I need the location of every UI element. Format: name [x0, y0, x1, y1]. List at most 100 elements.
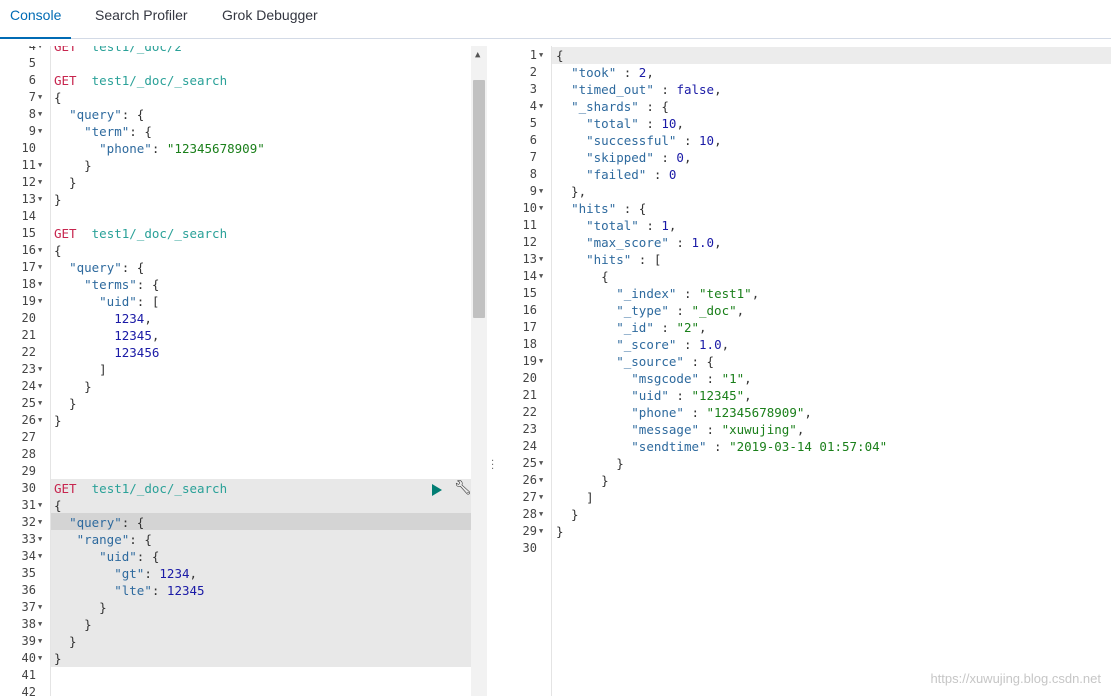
- request-code-line[interactable]: 123456: [54, 344, 159, 361]
- fold-toggle-icon[interactable]: ▼: [38, 178, 42, 186]
- response-code-line[interactable]: "hits" : [: [556, 251, 661, 268]
- response-code-line[interactable]: ]: [556, 489, 594, 506]
- request-code[interactable]: GET test1/_doc/2 GET test1/_doc/_search{ …: [54, 46, 471, 696]
- tab-search-profiler[interactable]: Search Profiler: [95, 0, 188, 38]
- fold-toggle-icon[interactable]: ▼: [38, 637, 42, 645]
- resizer-handle-icon[interactable]: · · ·: [491, 457, 494, 475]
- request-code-line[interactable]: }: [54, 412, 62, 429]
- request-code-line[interactable]: GET test1/_doc/_search: [54, 225, 227, 242]
- response-viewer[interactable]: 1 ▼ 2 3 4 ▼ 5 6 7 8 9 ▼ 10 ▼ 11 12 13 ▼ 14 ▼ 15 16 17 18 19 ▼ 20 21…: [502, 46, 1111, 696]
- fold-toggle-icon[interactable]: ▼: [38, 195, 42, 203]
- response-code-line[interactable]: "timed_out" : false,: [556, 81, 722, 98]
- response-code-line[interactable]: "_score" : 1.0,: [556, 336, 729, 353]
- fold-toggle-icon[interactable]: ▼: [539, 187, 543, 195]
- fold-toggle-icon[interactable]: ▼: [38, 46, 42, 50]
- request-code-line[interactable]: 1234,: [54, 310, 152, 327]
- request-code-line[interactable]: }: [54, 395, 77, 412]
- fold-toggle-icon[interactable]: ▼: [539, 357, 543, 365]
- request-code-line[interactable]: "term": {: [54, 123, 152, 140]
- fold-toggle-icon[interactable]: ▼: [38, 535, 42, 543]
- request-code-line[interactable]: "terms": {: [54, 276, 159, 293]
- fold-toggle-icon[interactable]: ▼: [38, 416, 42, 424]
- fold-toggle-icon[interactable]: ▼: [539, 476, 543, 484]
- fold-toggle-icon[interactable]: ▼: [539, 102, 543, 110]
- response-code-line[interactable]: }: [556, 455, 624, 472]
- request-code-line[interactable]: "range": {: [54, 531, 152, 548]
- request-code-line[interactable]: "uid": [: [54, 293, 159, 310]
- response-code-line[interactable]: "message" : "xuwujing",: [556, 421, 804, 438]
- request-code-line[interactable]: }: [54, 191, 62, 208]
- request-editor[interactable]: 4 ▼ 5 6 7 ▼ 8 ▼ 9 ▼ 10 11 ▼ 12 ▼ 13 ▼ 14 15 16 ▼ 17 ▼ 18 ▼ 19 ▼ 20 2…: [0, 46, 487, 696]
- response-code-line[interactable]: "_type" : "_doc",: [556, 302, 744, 319]
- request-code-line[interactable]: }: [54, 378, 92, 395]
- request-code-line[interactable]: }: [54, 174, 77, 191]
- response-code-line[interactable]: "_id" : "2",: [556, 319, 706, 336]
- request-scroll-thumb[interactable]: [473, 80, 485, 318]
- fold-toggle-icon[interactable]: ▼: [539, 255, 543, 263]
- request-code-line[interactable]: 12345,: [54, 327, 159, 344]
- response-code-line[interactable]: "phone" : "12345678909",: [556, 404, 812, 421]
- request-code-line[interactable]: }: [54, 650, 62, 667]
- response-code-line[interactable]: "msgcode" : "1",: [556, 370, 751, 387]
- request-scrollbar[interactable]: ▲: [471, 46, 487, 696]
- request-code-line[interactable]: {: [54, 242, 62, 259]
- response-code-line[interactable]: "_shards" : {: [556, 98, 669, 115]
- request-code-line[interactable]: "phone": "12345678909": [54, 140, 265, 157]
- wrench-icon[interactable]: 🔧︎: [454, 480, 472, 496]
- request-code-line[interactable]: }: [54, 599, 107, 616]
- fold-toggle-icon[interactable]: ▼: [38, 518, 42, 526]
- tab-grok-debugger[interactable]: Grok Debugger: [222, 0, 318, 38]
- fold-toggle-icon[interactable]: ▼: [539, 459, 543, 467]
- request-code-line[interactable]: GET test1/_doc/_search: [54, 480, 227, 497]
- response-code-line[interactable]: "hits" : {: [556, 200, 646, 217]
- fold-toggle-icon[interactable]: ▼: [38, 620, 42, 628]
- request-code-line[interactable]: "gt": 1234,: [54, 565, 197, 582]
- fold-toggle-icon[interactable]: ▼: [38, 654, 42, 662]
- fold-toggle-icon[interactable]: ▼: [38, 501, 42, 509]
- response-code-line[interactable]: "max_score" : 1.0,: [556, 234, 721, 251]
- send-request-button[interactable]: [432, 484, 442, 496]
- fold-toggle-icon[interactable]: ▼: [539, 51, 543, 59]
- request-code-line[interactable]: GET test1/_doc/2: [54, 46, 182, 55]
- response-code-line[interactable]: "successful" : 10,: [556, 132, 721, 149]
- fold-toggle-icon[interactable]: ▼: [38, 263, 42, 271]
- response-code-line[interactable]: },: [556, 183, 586, 200]
- fold-toggle-icon[interactable]: ▼: [38, 246, 42, 254]
- response-code-line[interactable]: "_source" : {: [556, 353, 714, 370]
- fold-toggle-icon[interactable]: ▼: [38, 127, 42, 135]
- response-code-line[interactable]: "sendtime" : "2019-03-14 01:57:04": [556, 438, 887, 455]
- fold-toggle-icon[interactable]: ▼: [38, 161, 42, 169]
- request-code-line[interactable]: "uid": {: [54, 548, 159, 565]
- response-code-line[interactable]: }: [556, 523, 564, 540]
- request-code-line[interactable]: ]: [54, 361, 107, 378]
- response-code-line[interactable]: "took" : 2,: [556, 64, 654, 81]
- response-code-line[interactable]: }: [556, 506, 579, 523]
- response-code-line[interactable]: "failed" : 0: [556, 166, 676, 183]
- request-code-line[interactable]: }: [54, 616, 92, 633]
- fold-toggle-icon[interactable]: ▼: [38, 280, 42, 288]
- response-code-line[interactable]: "uid" : "12345",: [556, 387, 751, 404]
- request-code-line[interactable]: "query": {: [54, 259, 144, 276]
- response-code-line[interactable]: "total" : 10,: [556, 115, 684, 132]
- request-code-line[interactable]: }: [54, 633, 77, 650]
- fold-toggle-icon[interactable]: ▼: [539, 493, 543, 501]
- fold-toggle-icon[interactable]: ▼: [38, 297, 42, 305]
- fold-toggle-icon[interactable]: ▼: [38, 603, 42, 611]
- response-code-line[interactable]: "_index" : "test1",: [556, 285, 759, 302]
- request-code-line[interactable]: }: [54, 157, 92, 174]
- fold-toggle-icon[interactable]: ▼: [38, 365, 42, 373]
- response-code-line[interactable]: }: [556, 472, 609, 489]
- fold-toggle-icon[interactable]: ▼: [38, 382, 42, 390]
- tab-console[interactable]: Console: [0, 0, 72, 39]
- request-code-line[interactable]: GET test1/_doc/_search: [54, 72, 227, 89]
- fold-toggle-icon[interactable]: ▼: [38, 110, 42, 118]
- request-code-line[interactable]: "lte": 12345: [54, 582, 204, 599]
- fold-toggle-icon[interactable]: ▼: [539, 272, 543, 280]
- response-code-line[interactable]: "total" : 1,: [556, 217, 676, 234]
- fold-toggle-icon[interactable]: ▼: [539, 510, 543, 518]
- fold-toggle-icon[interactable]: ▼: [38, 399, 42, 407]
- response-code-line[interactable]: {: [556, 268, 609, 285]
- fold-toggle-icon[interactable]: ▼: [539, 204, 543, 212]
- response-code[interactable]: { "took" : 2, "timed_out" : false, "_sha…: [556, 46, 1111, 696]
- request-code-line[interactable]: "query": {: [54, 514, 144, 531]
